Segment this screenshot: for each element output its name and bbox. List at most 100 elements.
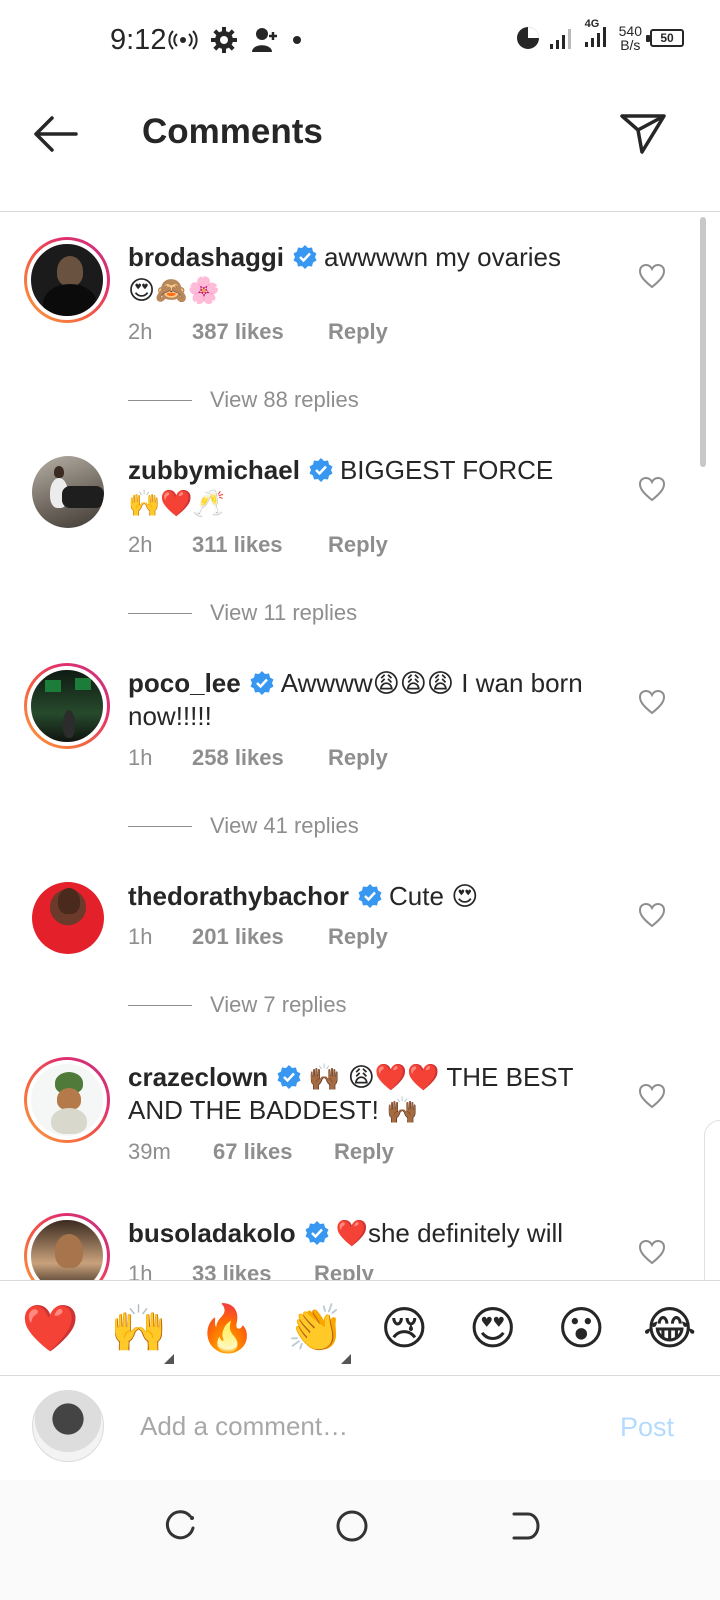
comment-emojis: 😩😩😩 — [372, 668, 455, 698]
comment-likes[interactable]: 311 likes — [192, 532, 328, 558]
recent-apps-icon — [165, 1510, 195, 1540]
comment-likes[interactable]: 201 likes — [192, 924, 328, 950]
heart-outline-icon — [638, 1083, 666, 1109]
emoji-surprised-button[interactable]: 😮 — [546, 1300, 616, 1356]
hotspot-icon — [168, 30, 198, 50]
comment-text: thedorathybachor Cute 😍 — [128, 880, 608, 913]
emoji-laughing-button[interactable]: 😂 — [635, 1300, 705, 1356]
emoji-heart-eyes-button[interactable]: 😍 — [458, 1300, 528, 1356]
verified-badge-icon — [250, 671, 274, 695]
signal-icon — [549, 28, 571, 49]
comment-text: brodashaggi awwwwn my ovaries 😍🙈🌸 — [128, 241, 608, 307]
comment-username[interactable]: brodashaggi — [128, 242, 284, 272]
comment-meta: 2h 311 likes Reply — [128, 532, 388, 558]
avatar[interactable] — [24, 1057, 110, 1143]
heart-outline-icon — [638, 1239, 666, 1265]
home-circle-icon — [336, 1510, 368, 1542]
like-button[interactable] — [638, 1239, 666, 1265]
avatar[interactable] — [24, 237, 110, 323]
current-user-avatar — [32, 1390, 104, 1462]
emoji-raised-hands-button[interactable]: 🙌 — [104, 1300, 174, 1364]
home-button[interactable] — [328, 1502, 376, 1550]
view-replies-button[interactable]: View 41 replies — [128, 813, 359, 839]
status-time: 9:12 — [110, 24, 167, 56]
comment-message: BIGGEST FORCE — [339, 455, 554, 485]
emoji-quick-bar: ❤️ 🙌 🔥 👏 😢 😍 😮 😂 — [0, 1280, 720, 1376]
avatar[interactable] — [32, 882, 104, 954]
status-bar: 9:12 4G 540 B/s 50 — [0, 0, 720, 80]
post-button[interactable]: Post — [620, 1412, 674, 1443]
comment-text: poco_lee Awwww😩😩😩 I wan born now!!!!! — [128, 667, 608, 733]
comment-username[interactable]: crazeclown — [128, 1062, 268, 1092]
reply-button[interactable]: Reply — [314, 1261, 374, 1280]
view-replies-button[interactable]: View 7 replies — [128, 992, 347, 1018]
network-speed: 540 B/s — [619, 24, 642, 52]
view-replies-button[interactable]: View 88 replies — [128, 387, 359, 413]
avatar[interactable] — [24, 1213, 110, 1280]
comment-likes[interactable]: 67 likes — [213, 1139, 334, 1165]
like-button[interactable] — [638, 1083, 666, 1109]
status-right-icons: 4G 540 B/s 50 — [515, 18, 684, 53]
view-replies-label: View 7 replies — [210, 992, 347, 1017]
view-replies-button[interactable]: View 11 replies — [128, 600, 357, 626]
heart-outline-icon — [638, 689, 666, 715]
heart-outline-icon — [638, 263, 666, 289]
comment-text: zubbymichael BIGGEST FORCE 🙌❤️🥂 — [128, 454, 608, 520]
comment-message-prefix: Awwww — [280, 668, 373, 698]
comments-header: Comments — [0, 84, 720, 212]
like-button[interactable] — [638, 263, 666, 289]
back-nav-button[interactable] — [500, 1502, 548, 1550]
emoji-clap-button[interactable]: 👏 — [281, 1300, 351, 1364]
like-button[interactable] — [638, 689, 666, 715]
comment-time: 2h — [128, 532, 153, 557]
recent-apps-button[interactable] — [156, 1502, 204, 1550]
comment-username[interactable]: thedorathybachor — [128, 881, 349, 911]
emoji-fire-button[interactable]: 🔥 — [192, 1300, 262, 1356]
comment-emojis: 🙌🏾 — [386, 1095, 419, 1125]
comment-username[interactable]: zubbymichael — [128, 455, 300, 485]
comment-message: she definitely will — [367, 1218, 564, 1248]
comment-emojis: 🙌❤️🥂 — [128, 488, 226, 518]
reply-button[interactable]: Reply — [328, 745, 388, 771]
comment-likes[interactable]: 387 likes — [192, 319, 328, 345]
comments-list[interactable]: brodashaggi awwwwn my ovaries 😍🙈🌸 2h 387 … — [0, 213, 720, 1280]
comment-message: awwwwn my ovaries — [324, 242, 561, 272]
comment-likes[interactable]: 33 likes — [192, 1261, 314, 1280]
reply-button[interactable]: Reply — [328, 924, 388, 950]
avatar[interactable] — [24, 663, 110, 749]
comment-composer: Post — [0, 1378, 720, 1478]
like-button[interactable] — [638, 476, 666, 502]
speed-value: 540 — [618, 22, 642, 39]
battery-level: 50 — [660, 30, 674, 45]
reply-button[interactable]: Reply — [328, 532, 388, 558]
paper-plane-icon — [620, 114, 666, 154]
status-left-icons — [168, 26, 302, 54]
reply-button[interactable]: Reply — [334, 1139, 394, 1165]
comment-emojis: 😍🙈🌸 — [128, 275, 220, 305]
emoji-clap-glyph: 👏 — [287, 1302, 345, 1354]
scrollbar[interactable] — [700, 217, 706, 467]
comment-input[interactable] — [140, 1404, 580, 1448]
comment-time: 2h — [128, 319, 153, 344]
comment-meta: 39m 67 likes Reply — [128, 1139, 394, 1165]
page-title: Comments — [142, 112, 323, 151]
like-button[interactable] — [638, 902, 666, 928]
share-button[interactable] — [618, 108, 668, 158]
back-button[interactable] — [30, 112, 80, 156]
verified-badge-icon — [277, 1065, 301, 1089]
replies-divider — [128, 612, 192, 614]
network-type-label: 4G — [584, 18, 600, 30]
comment-likes[interactable]: 258 likes — [192, 745, 328, 771]
speed-unit: B/s — [620, 36, 641, 53]
reply-button[interactable]: Reply — [328, 319, 388, 345]
comment-username[interactable]: poco_lee — [128, 668, 241, 698]
comment-time: 1h — [128, 1261, 153, 1280]
view-replies-label: View 11 replies — [210, 600, 358, 625]
avatar[interactable] — [32, 456, 104, 528]
emoji-crying-button[interactable]: 😢 — [369, 1300, 439, 1356]
comment-username[interactable]: busoladakolo — [128, 1218, 296, 1248]
replies-divider — [128, 1004, 192, 1006]
comment-time: 1h — [128, 924, 153, 949]
emoji-heart-button[interactable]: ❤️ — [15, 1300, 85, 1356]
battery-indicator: 50 — [646, 28, 684, 47]
